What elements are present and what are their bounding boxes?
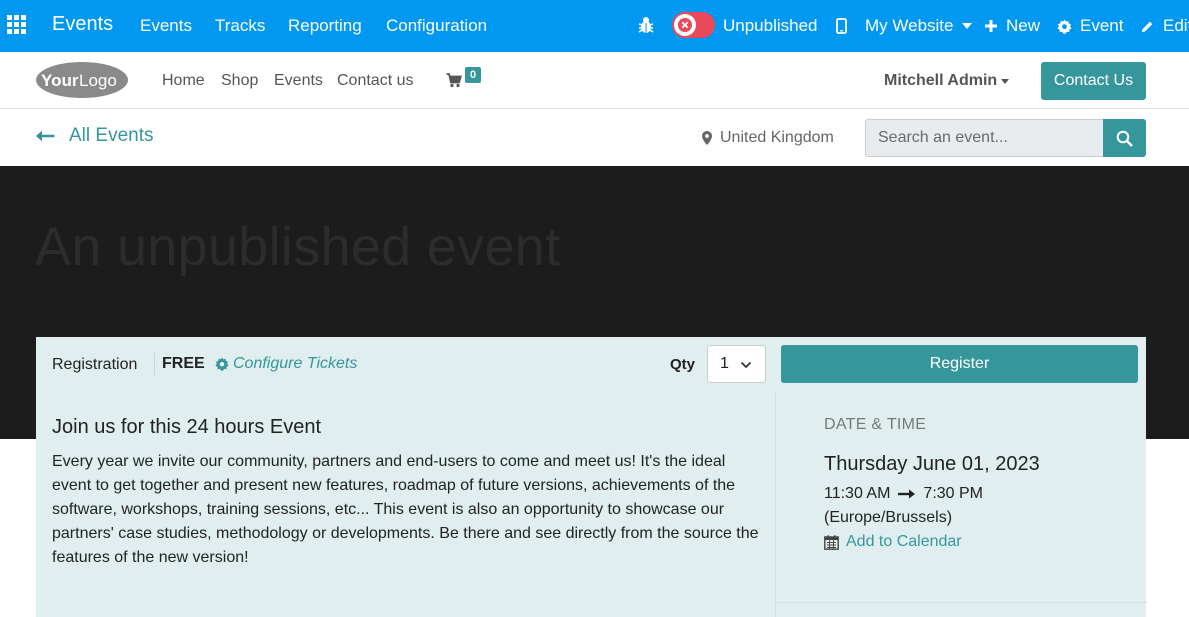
publish-toggle[interactable] xyxy=(672,12,715,38)
mobile-icon[interactable] xyxy=(836,18,847,34)
new-label: New xyxy=(1006,16,1041,35)
event-search-input[interactable] xyxy=(865,119,1104,157)
cart-count-badge[interactable]: 0 xyxy=(465,67,481,83)
nav-events[interactable]: Events xyxy=(274,72,323,90)
divider xyxy=(154,353,155,375)
edit-label: Edit xyxy=(1163,16,1189,35)
user-menu[interactable]: Mitchell Admin xyxy=(884,72,997,90)
svg-text:Your: Your xyxy=(41,71,79,90)
edit-button[interactable]: Edit xyxy=(1141,16,1189,36)
search-icon xyxy=(1116,130,1133,147)
event-settings-button[interactable]: Event xyxy=(1057,16,1123,36)
menu-events[interactable]: Events xyxy=(140,16,192,36)
description-body: Every year we invite our community, part… xyxy=(52,453,759,566)
chevron-down-icon[interactable] xyxy=(1001,79,1009,84)
nav-contact-us[interactable]: Contact us xyxy=(337,72,413,90)
menu-tracks[interactable]: Tracks xyxy=(215,16,265,36)
add-to-calendar-label: Add to Calendar xyxy=(846,533,962,550)
events-toolbar: All Events United Kingdom xyxy=(0,109,1189,166)
gear-icon xyxy=(1057,18,1072,34)
svg-text:Logo: Logo xyxy=(79,71,117,90)
new-button[interactable]: New xyxy=(984,16,1040,36)
configure-tickets-link[interactable]: Configure Tickets xyxy=(215,355,357,373)
your-logo[interactable]: Your Logo xyxy=(35,61,130,99)
qty-select[interactable]: 1 xyxy=(707,345,766,383)
map-marker-icon xyxy=(702,131,712,145)
plus-icon xyxy=(985,20,997,32)
qty-label: Qty xyxy=(670,356,696,373)
event-date: Thursday June 01, 2023 xyxy=(824,453,1040,475)
event-label: Event xyxy=(1080,16,1124,35)
calendar-icon xyxy=(824,534,839,550)
debug-bug-icon[interactable] xyxy=(637,15,655,35)
website-header: Your Logo Home Shop Events Contact us 0 … xyxy=(0,52,1189,109)
arrow-right-icon xyxy=(898,489,916,499)
event-description: Join us for this 24 hours Event Every ye… xyxy=(36,392,775,617)
event-title: An unpublished event xyxy=(35,217,561,277)
close-icon xyxy=(678,18,692,32)
registration-label: Registration xyxy=(52,356,138,373)
nav-shop[interactable]: Shop xyxy=(221,72,258,90)
admin-top-bar: Events Events Tracks Reporting Configura… xyxy=(0,0,1189,52)
search-button[interactable] xyxy=(1103,119,1146,157)
register-button[interactable]: Register xyxy=(781,345,1138,383)
menu-reporting[interactable]: Reporting xyxy=(288,16,362,36)
event-schedule-panel: DATE & TIME Thursday June 01, 2023 11:30… xyxy=(775,392,1147,617)
registration-card: Registration FREE Configure Tickets Qty … xyxy=(36,337,1147,617)
description-title: Join us for this 24 hours Event xyxy=(52,416,322,438)
contact-us-button[interactable]: Contact Us xyxy=(1041,62,1146,100)
website-switcher[interactable]: My Website xyxy=(836,16,972,36)
toggle-knob xyxy=(674,14,696,36)
pencil-icon xyxy=(1141,21,1153,32)
app-brand[interactable]: Events xyxy=(52,13,113,36)
event-time-range: 11:30 AM 7:30 PM xyxy=(824,485,983,503)
nav-home[interactable]: Home xyxy=(162,72,205,90)
country-label: United Kingdom xyxy=(720,129,834,146)
shopping-cart-icon[interactable] xyxy=(446,72,462,88)
qty-value: 1 xyxy=(720,355,729,372)
event-timezone: (Europe/Brussels) xyxy=(824,509,953,526)
apps-menu-icon[interactable] xyxy=(7,15,27,35)
gear-icon xyxy=(215,357,229,371)
configure-tickets-label: Configure Tickets xyxy=(233,355,358,372)
add-to-calendar-link[interactable]: Add to Calendar xyxy=(824,533,962,551)
chevron-down-icon xyxy=(740,361,752,369)
menu-configuration[interactable]: Configuration xyxy=(386,16,487,36)
arrow-left-icon xyxy=(36,130,55,142)
date-time-heading: DATE & TIME xyxy=(824,416,927,433)
end-time: 7:30 PM xyxy=(923,485,984,502)
all-events-label: All Events xyxy=(69,125,154,146)
publish-status[interactable]: Unpublished xyxy=(723,16,818,36)
ticket-price: FREE xyxy=(162,355,205,372)
website-name[interactable]: My Website xyxy=(865,16,954,36)
all-events-link[interactable]: All Events xyxy=(36,125,153,147)
chevron-down-icon xyxy=(961,23,972,29)
registration-row: Registration FREE Configure Tickets Qty … xyxy=(36,337,1146,392)
country-filter[interactable]: United Kingdom xyxy=(702,129,834,147)
divider xyxy=(776,602,1147,603)
start-time: 11:30 AM xyxy=(824,485,891,502)
